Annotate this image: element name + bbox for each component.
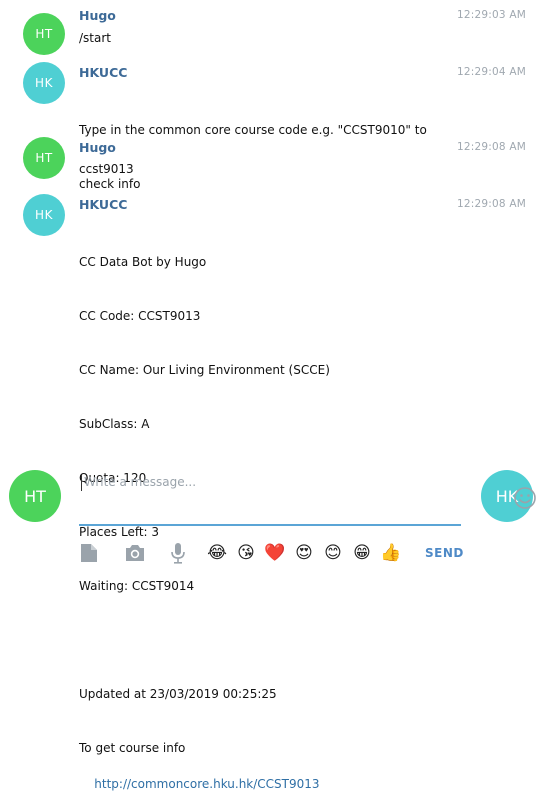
smiley-outline-icon[interactable] bbox=[513, 486, 537, 510]
avatar[interactable]: HK bbox=[23, 62, 65, 104]
sender-name[interactable]: Hugo bbox=[79, 8, 116, 23]
message-time: 12:29:08 AM bbox=[457, 198, 526, 210]
message-row: HK HKUCC 12:29:04 AM Type in the common … bbox=[0, 62, 559, 191]
send-button[interactable]: SEND bbox=[425, 546, 464, 560]
message-line: Type in the common core course code e.g.… bbox=[79, 123, 427, 137]
self-avatar[interactable]: HT bbox=[9, 470, 61, 522]
message-row: HK HKUCC 12:29:08 AM CC Data Bot by Hugo… bbox=[0, 194, 559, 791]
message-line: CC Data Bot by Hugo bbox=[79, 255, 207, 269]
sender-name[interactable]: HKUCC bbox=[79, 197, 127, 212]
sender-name[interactable]: Hugo bbox=[79, 140, 116, 155]
emoji-heart-eyes-button[interactable]: 😍 bbox=[292, 540, 316, 566]
message-line: CC Name: Our Living Environment (SCCE) bbox=[79, 363, 330, 377]
composer-toolbar: 😂 😘 ❤️ 😍 😊 😁 👍 SEND bbox=[79, 540, 479, 566]
attach-file-button[interactable] bbox=[79, 540, 99, 566]
voice-button[interactable] bbox=[168, 540, 188, 566]
message-line bbox=[79, 631, 439, 649]
avatar[interactable]: HT bbox=[23, 137, 65, 179]
emoji-grin-button[interactable]: 😁 bbox=[350, 540, 374, 566]
message-line: CC Code: CCST9013 bbox=[79, 309, 201, 323]
avatar[interactable]: HT bbox=[23, 13, 65, 55]
sender-name[interactable]: HKUCC bbox=[79, 65, 127, 80]
message-input[interactable]: Write a message... bbox=[79, 472, 536, 526]
file-icon bbox=[81, 544, 97, 562]
avatar[interactable]: HK bbox=[23, 194, 65, 236]
message-line: Waiting: CCST9014 bbox=[79, 579, 195, 593]
message-time: 12:29:04 AM bbox=[457, 66, 526, 78]
emoji-joy-button[interactable]: 😂 bbox=[205, 540, 229, 566]
message-row: HT Hugo 12:29:03 AM /start bbox=[0, 8, 559, 55]
emoji-thumbs-up-button[interactable]: 👍 bbox=[379, 540, 403, 566]
emoji-smile-button[interactable]: 😊 bbox=[321, 540, 345, 566]
course-link[interactable]: http://commoncore.hku.hk/CCST9013 bbox=[94, 777, 319, 791]
microphone-icon bbox=[171, 543, 185, 564]
emoji-heart-button[interactable]: ❤️ bbox=[263, 540, 287, 566]
emoji-kiss-button[interactable]: 😘 bbox=[234, 540, 258, 566]
message-row: HT Hugo 12:29:08 AM ccst9013 bbox=[0, 137, 559, 180]
message-text: ccst9013 bbox=[79, 162, 134, 176]
message-line: Updated at 23/03/2019 00:25:25 bbox=[79, 687, 277, 701]
message-line: To get course info bbox=[79, 741, 186, 755]
message-line: SubClass: A bbox=[79, 417, 150, 431]
message-text: /start bbox=[79, 31, 111, 45]
camera-button[interactable] bbox=[123, 540, 147, 566]
text-caret bbox=[81, 475, 82, 491]
composer: HT HK Write a message... 😂 😘 ❤️ 😍 😊 😁 👍 … bbox=[0, 460, 559, 575]
message-time: 12:29:03 AM bbox=[457, 9, 526, 21]
camera-icon bbox=[126, 545, 144, 561]
message-time: 12:29:08 AM bbox=[457, 141, 526, 153]
message-input-placeholder: Write a message... bbox=[84, 475, 197, 489]
